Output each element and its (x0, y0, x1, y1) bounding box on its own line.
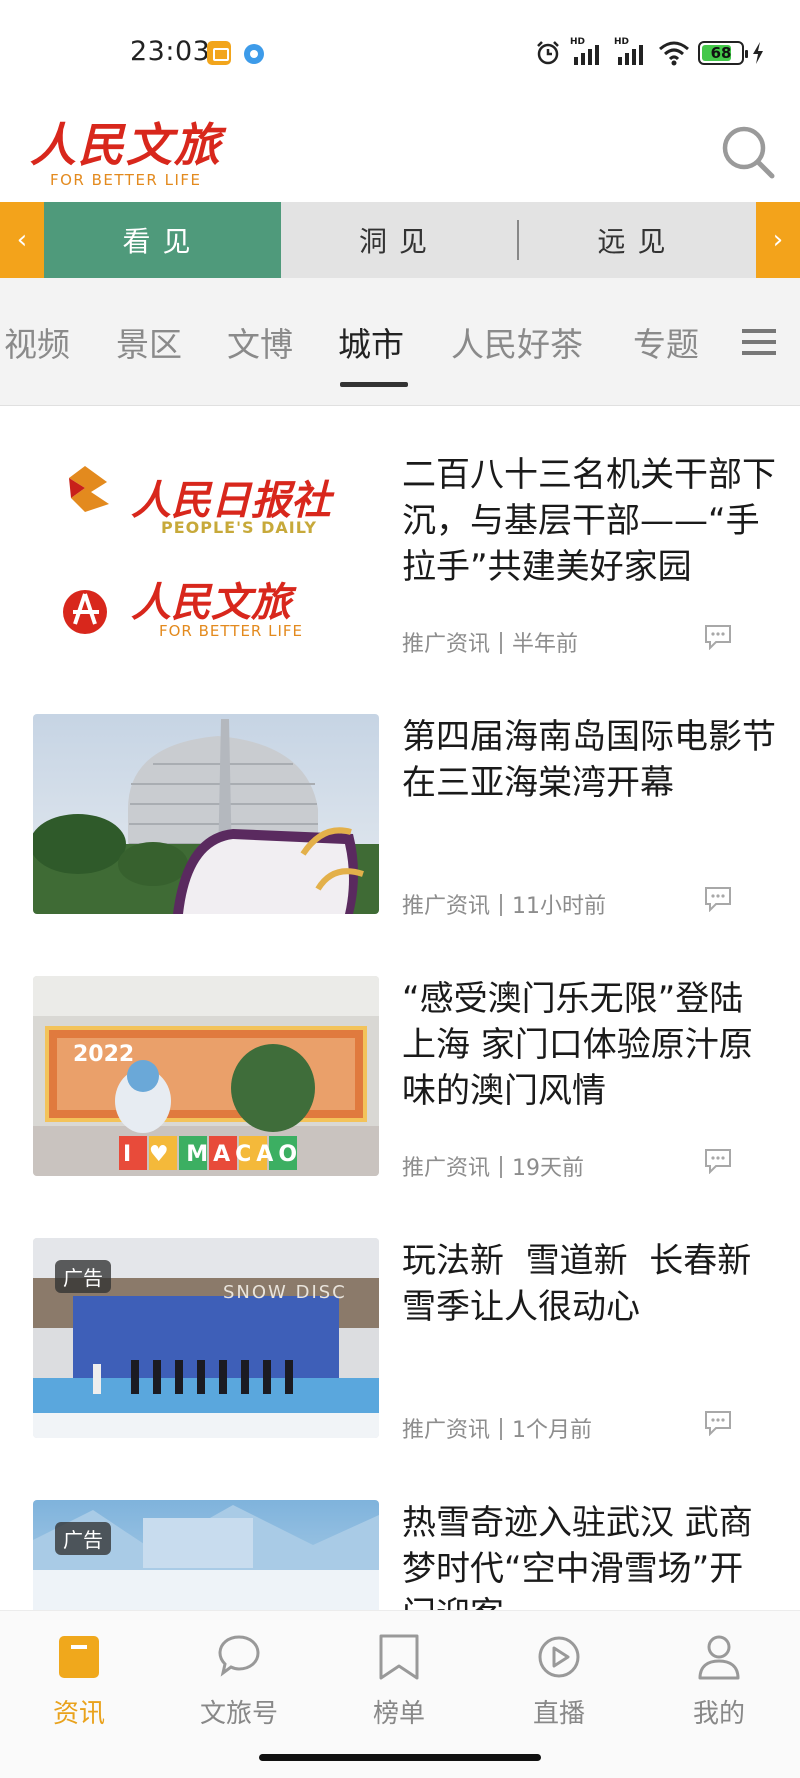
news-meta: 推广资讯 11小时前 (402, 888, 606, 920)
news-thumbnail: 人民日报社 PEOPLE'S DAILY 人民文旅 FOR BETTER LIF… (33, 452, 379, 652)
category-video[interactable]: 视频 (4, 318, 70, 366)
news-meta: 推广资讯 19天前 (402, 1150, 584, 1182)
category-scenic[interactable]: 景区 (116, 318, 182, 366)
comment-icon[interactable] (704, 1148, 732, 1174)
news-title[interactable]: 第四届海南岛国际电影节在三亚海棠湾开幕 (402, 714, 777, 806)
signal-2: HD (614, 37, 650, 67)
category-museum[interactable]: 文博 (227, 318, 293, 366)
play-icon (538, 1636, 580, 1678)
news-title[interactable]: “感受澳门乐无限”登陆上海 家门口体验原汁原味的澳门风情 (402, 976, 777, 1114)
news-time: 19天前 (512, 1156, 585, 1181)
alarm-icon (537, 41, 559, 65)
chat-bubble-icon (218, 1635, 260, 1677)
notification-app-icon (207, 41, 231, 65)
user-icon (698, 1635, 740, 1680)
signal-bars-icon (574, 45, 599, 65)
search-button[interactable] (720, 123, 776, 181)
comment-icon[interactable] (704, 1410, 732, 1436)
category-topic[interactable]: 专题 (633, 318, 699, 366)
thumb-logo-bottom-sub: FOR BETTER LIFE (159, 622, 304, 640)
nav-label: 榜单 (372, 1699, 425, 1729)
thumb-logo-top-sub: PEOPLE'S DAILY (161, 518, 318, 537)
segment-tabs: ‹ 看见 洞见 远见 › (0, 202, 800, 278)
status-time: 23:03 (130, 36, 211, 67)
news-meta: 推广资讯 1个月前 (402, 1412, 592, 1444)
status-indicators: HD HD 68 (534, 37, 764, 68)
news-title[interactable]: 热雪奇迹入驻武汉 武商梦时代“空中滑雪场”开门迎客 (402, 1500, 777, 1610)
thumb-caption: I ♥ MACAO (123, 1142, 303, 1167)
news-thumbnail: 2022 I ♥ MACAO (33, 976, 379, 1176)
news-thumbnail: SNOW DISC 广告 (33, 1238, 379, 1438)
category-city[interactable]: 城市 (338, 318, 404, 366)
nav-ranking[interactable]: 榜单 (344, 1633, 454, 1733)
active-category-indicator (340, 382, 408, 387)
nav-label: 资讯 (52, 1699, 105, 1729)
news-item[interactable]: SNOW DISC 广告 玩法新 雪道新 长春新 雪季让人很动心 推广资讯 1个月… (0, 1238, 800, 1500)
comment-icon[interactable] (704, 624, 732, 650)
ad-badge: 广告 (55, 1260, 111, 1293)
news-source: 推广资讯 (402, 1156, 491, 1181)
nav-news[interactable]: 资讯 (24, 1633, 134, 1733)
charging-bolt-icon (753, 42, 763, 64)
news-thumbnail: 广告 (33, 1500, 379, 1610)
nav-label: 我的 (692, 1699, 745, 1729)
hotel-photo-image (33, 714, 379, 914)
logo-subtitle: FOR BETTER LIFE (50, 171, 202, 189)
comment-icon[interactable] (704, 886, 732, 912)
nav-label: 直播 (532, 1699, 585, 1729)
home-indicator[interactable] (259, 1754, 541, 1761)
segment-prev-button[interactable]: ‹ (0, 202, 44, 278)
nav-wenlv-account[interactable]: 文旅号 (184, 1633, 294, 1733)
bookmark-icon (379, 1634, 419, 1680)
notification-browser-icon (244, 44, 264, 64)
app-screen: 23:03 HD HD 68 人民文旅 FOR BETTER LIFE ‹ 看见… (0, 0, 800, 1778)
ad-badge: 广告 (55, 1522, 111, 1555)
news-time: 11小时前 (512, 894, 607, 919)
logo-text: 人民文旅 (30, 118, 222, 172)
tab-yuanjian[interactable]: 远见 (519, 202, 756, 278)
news-source: 推广资讯 (402, 894, 491, 919)
news-source: 推广资讯 (402, 1418, 491, 1443)
news-item[interactable]: 第四届海南岛国际电影节在三亚海棠湾开幕 推广资讯 11小时前 (0, 714, 800, 976)
segment-next-button[interactable]: › (756, 202, 800, 278)
signal-bars-icon (618, 45, 643, 65)
signal-1: HD (570, 37, 606, 67)
app-header: 人民文旅 FOR BETTER LIFE (0, 105, 800, 201)
ski-hall-image (33, 1500, 379, 1610)
news-item[interactable]: 2022 I ♥ MACAO “感受澳门乐无限”登陆上海 家门口体验原汁原味的澳… (0, 976, 800, 1238)
thumb-sign: SNOW DISC (223, 1282, 347, 1303)
news-item[interactable]: 广告 热雪奇迹入驻武汉 武商梦时代“空中滑雪场”开门迎客 (0, 1500, 800, 1610)
nav-live[interactable]: 直播 (504, 1633, 614, 1733)
nav-label: 文旅号 (199, 1699, 278, 1729)
battery-icon: 68 (698, 41, 748, 65)
news-icon (59, 1636, 99, 1678)
tab-dongjian[interactable]: 洞见 (281, 202, 517, 278)
news-time: 半年前 (512, 632, 579, 657)
app-logo: 人民文旅 FOR BETTER LIFE (30, 109, 230, 193)
tab-kanjian[interactable]: 看见 (44, 202, 281, 278)
news-title[interactable]: 二百八十三名机关干部下沉，与基层干部——“手拉手”共建美好家园 (402, 452, 777, 590)
news-source: 推广资讯 (402, 632, 491, 657)
news-list: 人民日报社 PEOPLE'S DAILY 人民文旅 FOR BETTER LIF… (0, 406, 800, 1610)
category-tea[interactable]: 人民好茶 (451, 318, 583, 366)
bottom-nav: 资讯 文旅号 榜单 直播 我的 (0, 1610, 800, 1778)
thumb-year: 2022 (73, 1042, 135, 1067)
nav-profile[interactable]: 我的 (664, 1633, 774, 1733)
search-icon (722, 126, 775, 179)
category-nav: 视频 景区 文博 城市 人民好茶 专题 (0, 278, 800, 406)
news-item[interactable]: 人民日报社 PEOPLE'S DAILY 人民文旅 FOR BETTER LIF… (0, 452, 800, 714)
news-meta: 推广资讯 半年前 (402, 626, 578, 658)
news-thumbnail (33, 714, 379, 914)
news-time: 1个月前 (512, 1418, 593, 1443)
wifi-icon (659, 41, 689, 66)
battery-level: 68 (710, 44, 732, 62)
menu-icon[interactable] (742, 328, 776, 356)
status-bar: 23:03 HD HD 68 (0, 0, 800, 105)
thumb-logo-bottom: 人民文旅 (131, 579, 291, 626)
news-title[interactable]: 玩法新 雪道新 长春新 雪季让人很动心 (402, 1238, 777, 1330)
